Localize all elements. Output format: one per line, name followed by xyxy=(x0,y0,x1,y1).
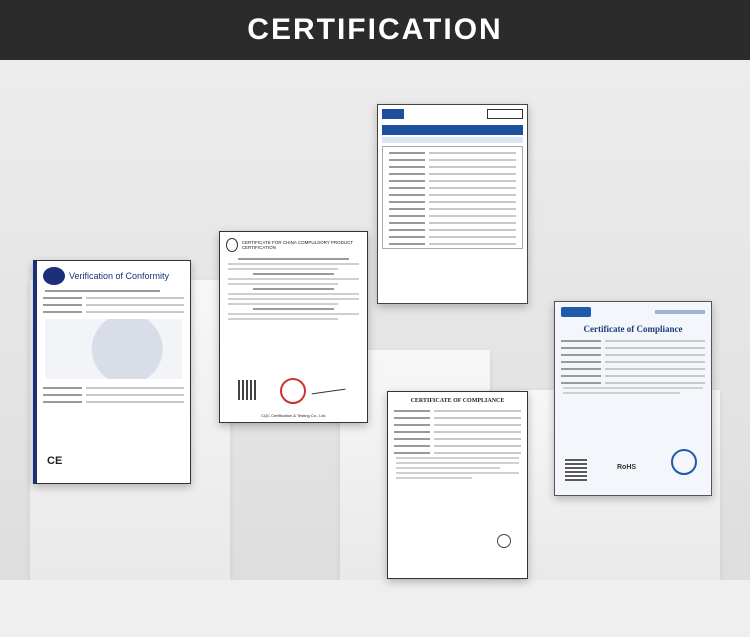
ccc-logo-icon xyxy=(226,238,238,252)
world-map-watermark xyxy=(45,319,182,379)
certificate-ccc: CERTIFICATE FOR CHINA COMPULSORY PRODUCT… xyxy=(219,231,368,423)
iec-logo-icon xyxy=(382,109,404,119)
qr-code-icon xyxy=(565,459,587,481)
issuer-logo-icon xyxy=(43,267,65,285)
subheader-band xyxy=(382,137,523,143)
certificate-iec-cb xyxy=(377,104,528,304)
details-table xyxy=(382,146,523,249)
bst-logo-icon xyxy=(561,307,591,317)
header-band xyxy=(382,125,523,135)
certificate-of-compliance-ul: CERTIFICATE OF COMPLIANCE xyxy=(387,391,528,579)
brand-slogan xyxy=(655,310,705,314)
official-seal-icon xyxy=(671,449,697,475)
certificate-heading: Certificate of Compliance xyxy=(583,324,683,334)
rohs-mark: RoHS xyxy=(617,464,637,471)
ul-mark-icon xyxy=(497,534,511,548)
issuer-name: CQC Certification & Testing Co., Ltd. xyxy=(261,413,326,418)
certificate-verification-of-conformity: Verification of Conformity CE xyxy=(33,260,191,484)
certificate-of-compliance-bst: Certificate of Compliance RoHS xyxy=(554,301,712,496)
reference-number-box xyxy=(487,109,523,119)
certificate-heading: CERTIFICATE FOR CHINA COMPULSORY PRODUCT… xyxy=(241,240,354,250)
qr-code-icon xyxy=(238,380,258,400)
ce-mark: CE xyxy=(47,455,63,467)
certificate-heading: CERTIFICATE OF COMPLIANCE xyxy=(410,398,505,404)
display-floor xyxy=(0,580,750,637)
title-banner: CERTIFICATION xyxy=(0,0,750,60)
official-seal-icon xyxy=(280,378,306,404)
signature xyxy=(310,380,346,395)
page-title: CERTIFICATION xyxy=(247,13,503,46)
certificate-heading: Verification of Conformity xyxy=(69,271,170,281)
